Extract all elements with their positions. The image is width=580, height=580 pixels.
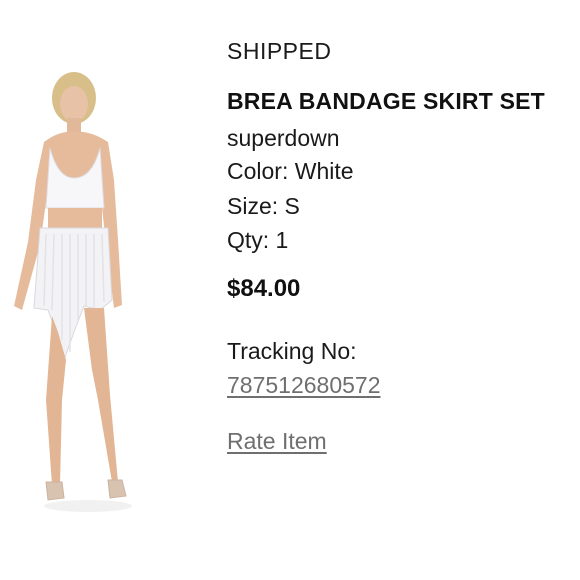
- product-color: Color: White: [227, 158, 354, 184]
- tracking-label: Tracking No:: [227, 338, 357, 364]
- product-image[interactable]: [0, 70, 140, 520]
- product-size: Size: S: [227, 193, 300, 219]
- product-price: $84.00: [227, 275, 301, 302]
- product-name: BREA BANDAGE SKIRT SET: [227, 88, 545, 114]
- rate-item-link[interactable]: Rate Item: [227, 428, 327, 455]
- tracking-number-link[interactable]: 787512680572: [227, 372, 381, 399]
- product-photo-illustration: [14, 72, 132, 512]
- shipping-status: SHIPPED: [227, 38, 332, 64]
- product-brand: superdown: [227, 125, 340, 151]
- product-quantity: Qty: 1: [227, 227, 289, 253]
